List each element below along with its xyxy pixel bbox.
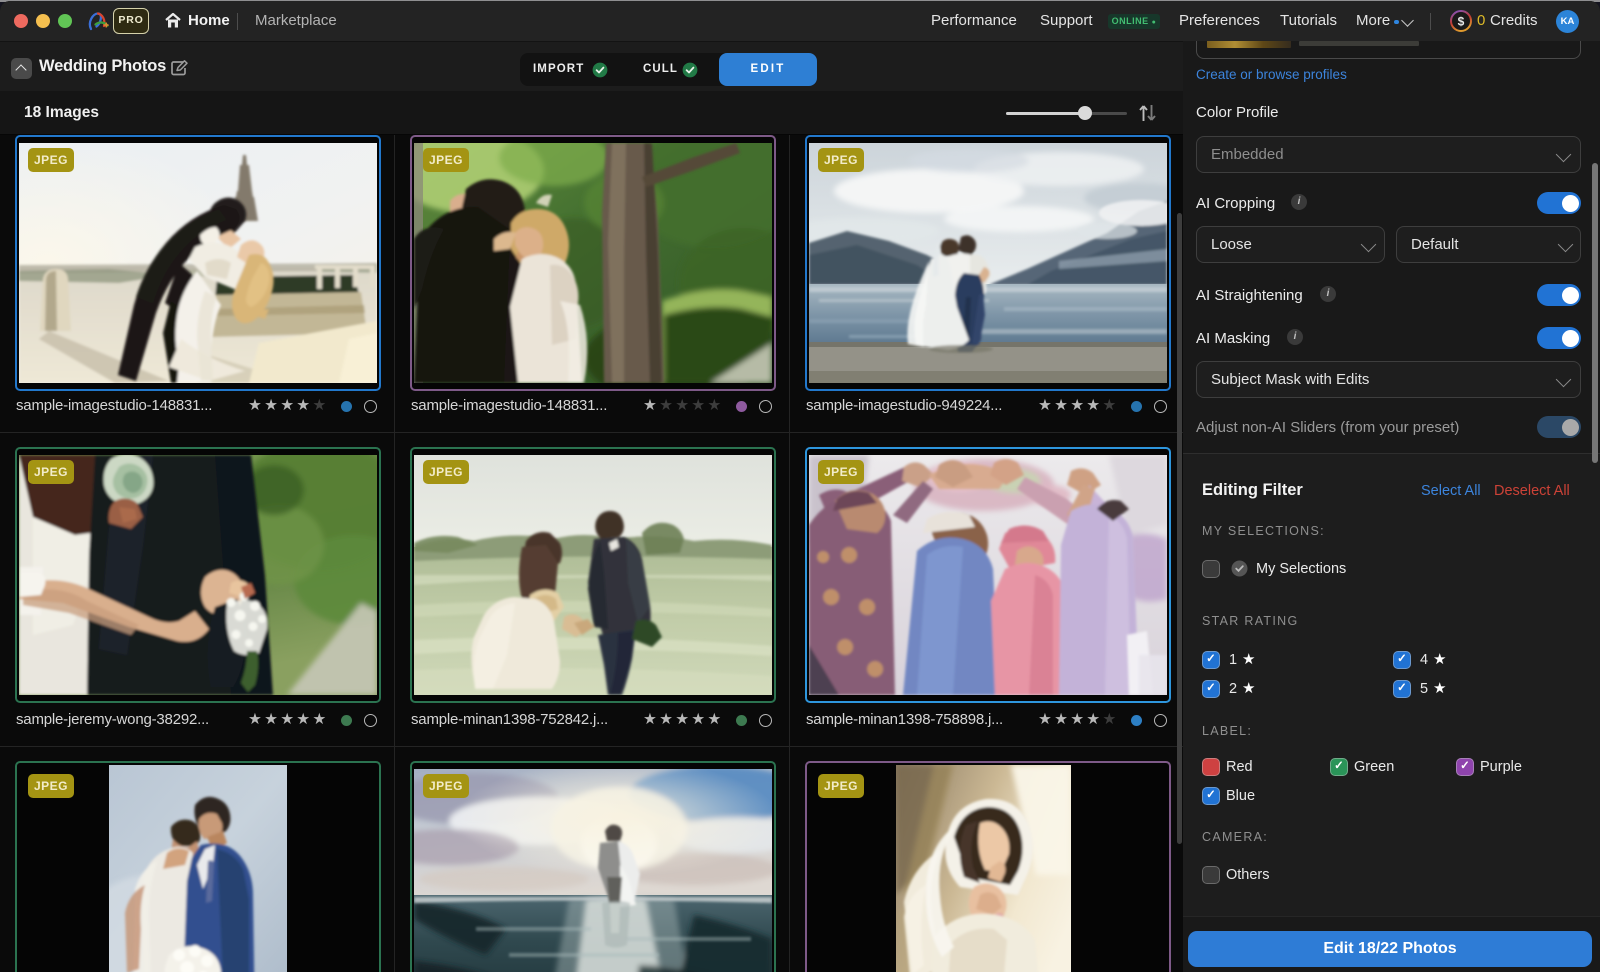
svg-text:$: $ bbox=[1458, 15, 1465, 29]
